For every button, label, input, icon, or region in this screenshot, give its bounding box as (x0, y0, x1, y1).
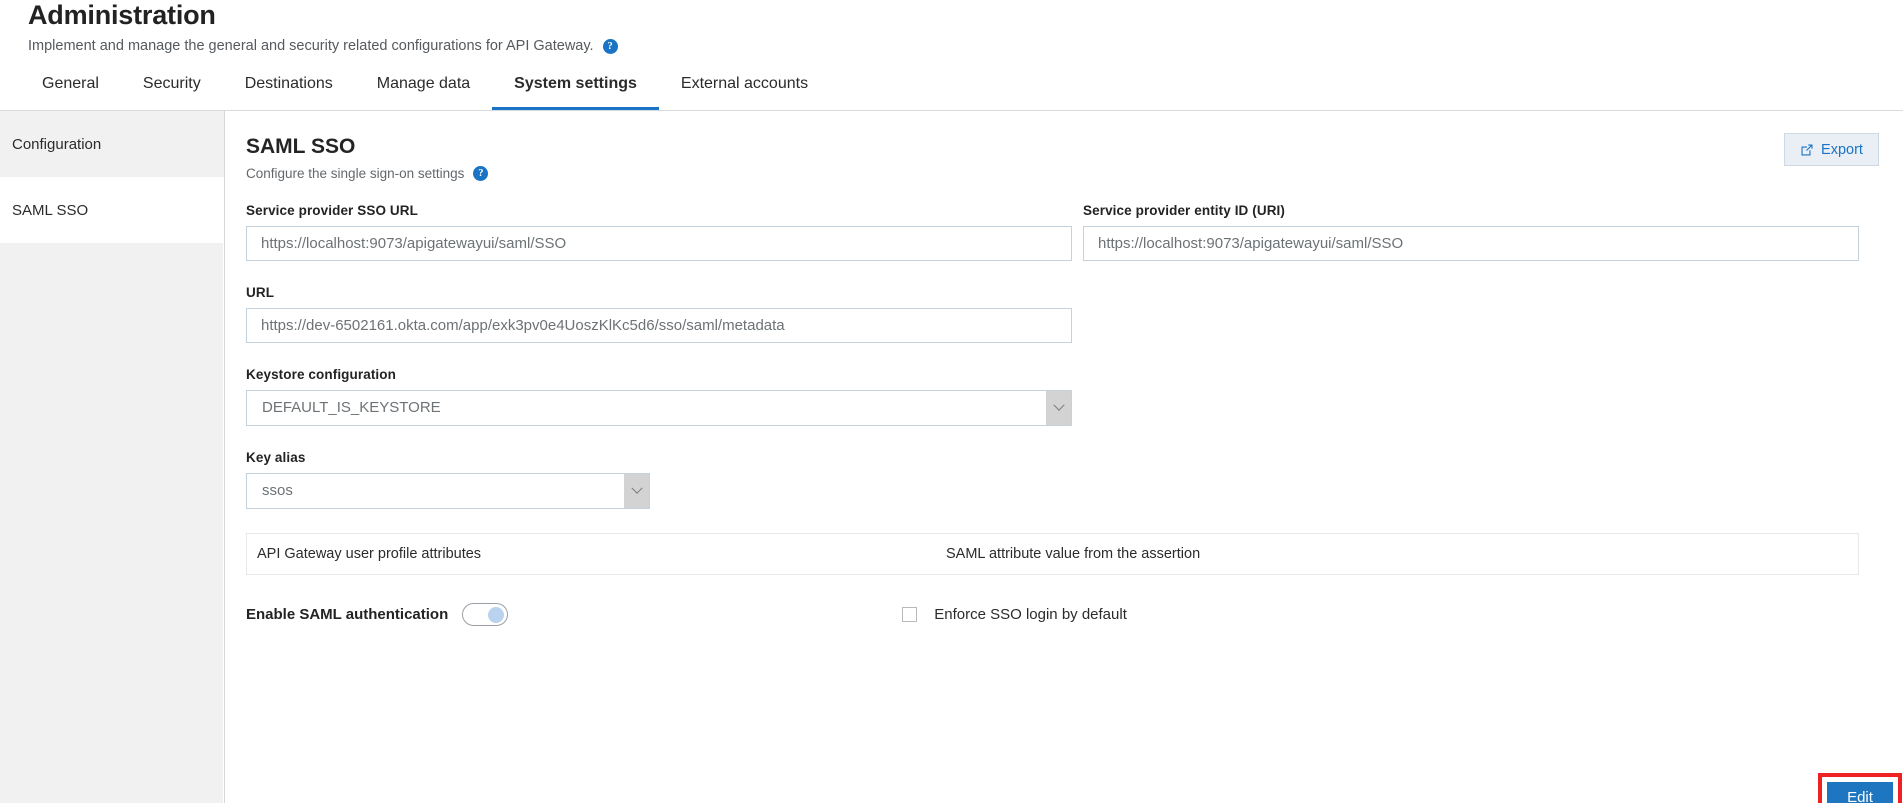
enforce-sso-label: Enforce SSO login by default (934, 606, 1127, 623)
section-title: SAML SSO (246, 135, 356, 158)
page-title: Administration (28, 0, 216, 30)
sidebar-filler (0, 243, 223, 803)
edit-button[interactable]: Edit (1827, 782, 1893, 803)
chevron-down-icon[interactable] (1046, 391, 1071, 425)
sp-sso-url-input[interactable] (246, 226, 1072, 261)
page-header: Administration Implement and manage the … (0, 0, 1903, 55)
section-help-icon[interactable]: ? (473, 166, 489, 181)
field-sp-sso-url: Service provider SSO URL (246, 203, 1072, 261)
sidebar: Configuration SAML SSO SAML SSO (0, 111, 225, 803)
field-keystore-configuration: Keystore configuration DEFAULT_IS_KEYSTO… (246, 367, 1859, 426)
saml-form: Service provider SSO URL Service provide… (225, 181, 1859, 509)
field-sp-entity-id: Service provider entity ID (URI) (1083, 203, 1859, 261)
key-alias-select[interactable]: ssos (246, 473, 650, 509)
section-subtitle-row: Configure the single sign-on settings ? (246, 166, 1859, 181)
tab-manage-data[interactable]: Manage data (355, 73, 492, 110)
section-subtitle: Configure the single sign-on settings (246, 166, 465, 181)
sidebar-group-label: Configuration (12, 135, 102, 153)
sidebar-group-configuration[interactable]: Configuration (0, 111, 224, 177)
enforce-sso-checkbox[interactable] (902, 607, 918, 622)
key-alias-select-value: ssos (262, 482, 293, 499)
enforce-sso-group: Enforce SSO login by default (902, 606, 1127, 623)
field-url: URL (246, 285, 1072, 343)
field-label-sp-entity-id: Service provider entity ID (URI) (1083, 203, 1286, 218)
tab-destinations[interactable]: Destinations (223, 73, 355, 110)
form-col-left-2: URL (246, 285, 1072, 367)
page-subtitle-row: Implement and manage the general and sec… (28, 37, 1903, 55)
field-label-keystore: Keystore configuration (246, 367, 396, 382)
help-icon[interactable]: ? (602, 38, 618, 54)
keystore-select-value: DEFAULT_IS_KEYSTORE (262, 399, 441, 416)
export-button-label: Export (1821, 141, 1863, 158)
form-row-2: URL (246, 285, 1859, 367)
main-tabbar: General Security Destinations Manage dat… (0, 73, 1903, 111)
body-split: Configuration SAML SSO SAML SSO SAML SSO… (0, 111, 1903, 803)
external-link-icon (1800, 143, 1814, 157)
export-button[interactable]: Export (1784, 133, 1879, 166)
form-col-right-1: Service provider entity ID (URI) (1072, 203, 1859, 285)
attributes-column-header-2: SAML attribute value from the assertion (946, 546, 1201, 562)
controls-row: Enable SAML authentication Enforce SSO l… (225, 575, 1859, 626)
enable-saml-toggle[interactable] (462, 603, 509, 626)
sidebar-item-saml-sso-overlay[interactable]: SAML SSO (0, 177, 223, 243)
attributes-table: API Gateway user profile attributes SAML… (246, 533, 1859, 575)
edit-button-highlight: Edit (1818, 773, 1902, 803)
tab-general[interactable]: General (20, 73, 121, 110)
attributes-column-header-1: API Gateway user profile attributes (257, 546, 482, 562)
url-input[interactable] (246, 308, 1072, 343)
section-header: SAML SSO Configure the single sign-on se… (225, 111, 1879, 181)
sidebar-item-label-2: SAML SSO (12, 201, 89, 219)
field-label-key-alias: Key alias (246, 450, 306, 465)
attributes-table-header-row: API Gateway user profile attributes SAML… (246, 533, 1859, 575)
form-row-1: Service provider SSO URL Service provide… (246, 203, 1859, 285)
content-panel: SAML SSO Configure the single sign-on se… (225, 111, 1903, 803)
chevron-down-icon-2[interactable] (624, 474, 649, 508)
toggle-knob (488, 606, 505, 623)
enable-saml-label: Enable SAML authentication (246, 606, 449, 623)
page-subtitle: Implement and manage the general and sec… (28, 38, 594, 54)
form-col-left-1: Service provider SSO URL (246, 203, 1072, 285)
keystore-select[interactable]: DEFAULT_IS_KEYSTORE (246, 390, 1072, 426)
field-key-alias: Key alias ssos (246, 450, 1859, 509)
field-label-sp-sso-url: Service provider SSO URL (246, 203, 418, 218)
tab-external-accounts[interactable]: External accounts (659, 73, 830, 110)
tab-system-settings[interactable]: System settings (492, 73, 659, 110)
administration-page: Administration Implement and manage the … (0, 0, 1903, 803)
tab-security[interactable]: Security (121, 73, 223, 110)
sp-entity-id-input[interactable] (1083, 226, 1859, 261)
field-label-url: URL (246, 285, 275, 300)
